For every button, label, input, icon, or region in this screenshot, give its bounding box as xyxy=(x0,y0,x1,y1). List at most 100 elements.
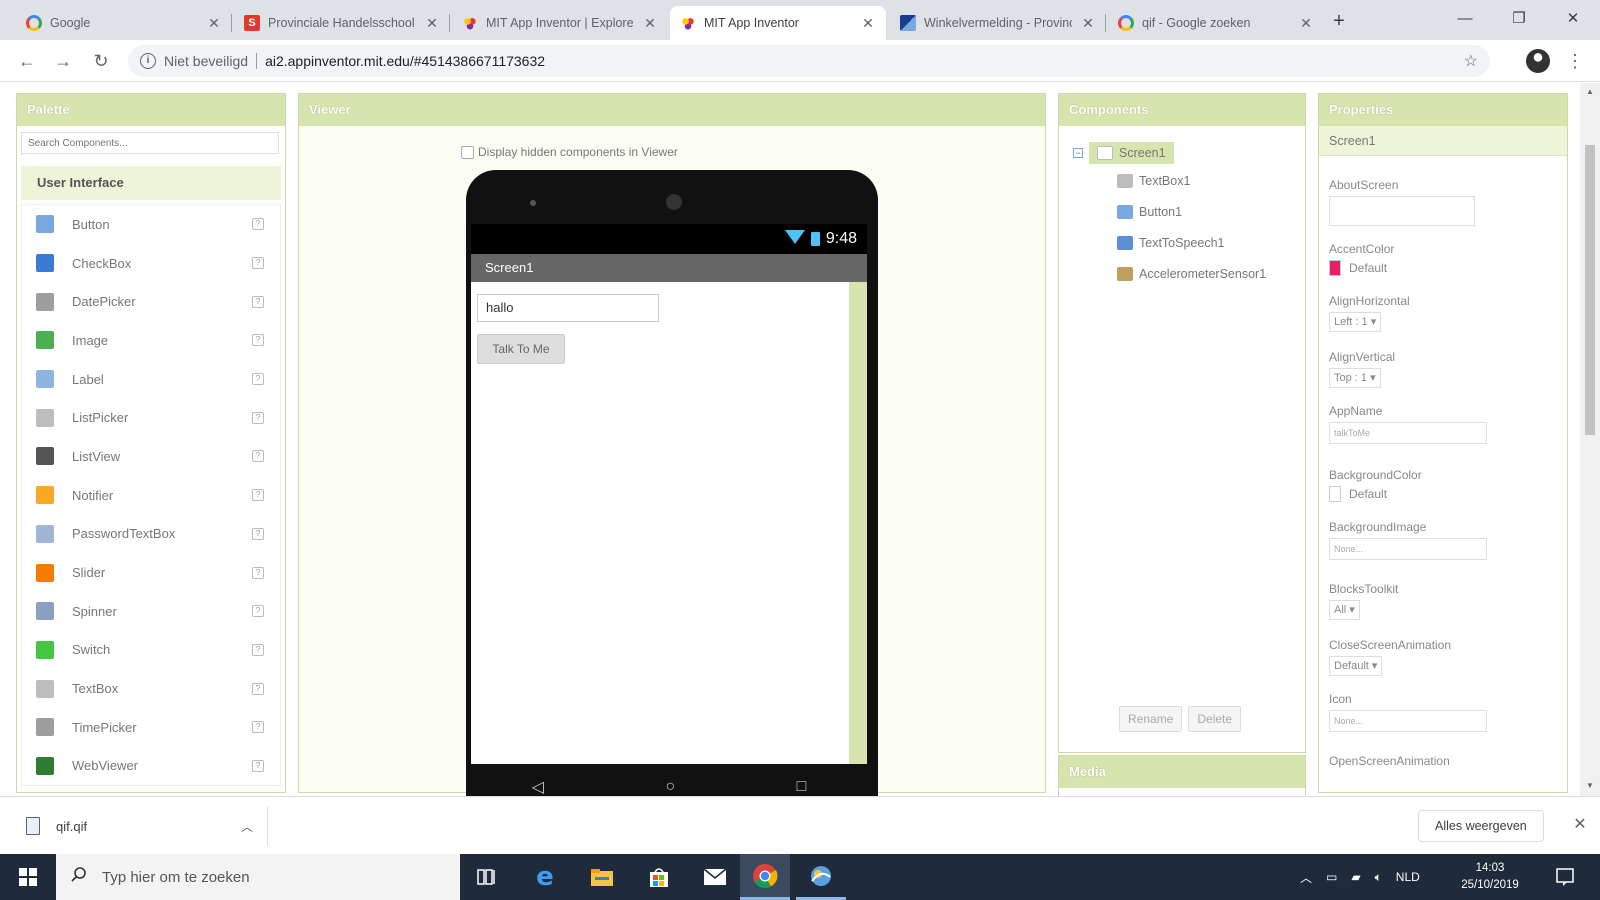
close-icon[interactable]: ✕ xyxy=(424,15,440,32)
palette-item-listview[interactable]: ListView? xyxy=(22,437,280,476)
palette-item-notifier[interactable]: Notifier? xyxy=(22,476,280,515)
close-screen-animation-select[interactable]: Default ▾ xyxy=(1329,656,1383,676)
palette-item-label[interactable]: Label? xyxy=(22,360,280,399)
reload-icon[interactable]: ↻ xyxy=(88,48,114,74)
profile-avatar[interactable] xyxy=(1526,49,1550,73)
align-horizontal-select[interactable]: Left : 1 ▾ xyxy=(1329,312,1382,332)
app-generic-icon[interactable] xyxy=(796,854,846,900)
about-screen-input[interactable] xyxy=(1329,196,1475,226)
start-button[interactable] xyxy=(0,854,56,900)
network-icon[interactable]: ▰ xyxy=(1351,870,1360,884)
help-icon[interactable]: ? xyxy=(252,721,264,734)
url-text[interactable]: ai2.appinventor.mit.edu/#451438667117363… xyxy=(265,53,545,69)
collapse-icon[interactable]: − xyxy=(1073,148,1083,158)
help-icon[interactable]: ? xyxy=(252,682,264,695)
browser-menu-icon[interactable]: ⋮ xyxy=(1566,48,1584,74)
help-icon[interactable]: ? xyxy=(252,759,264,772)
chevron-up-icon[interactable]: ︿ xyxy=(241,818,253,835)
scrollbar-thumb[interactable] xyxy=(1585,145,1595,435)
palette-item-checkbox[interactable]: CheckBox? xyxy=(22,244,280,283)
palette-item-timepicker[interactable]: TimePicker? xyxy=(22,708,280,747)
talk-to-me-button[interactable]: Talk To Me xyxy=(477,334,565,364)
download-item[interactable]: qif.qif ︿ xyxy=(14,807,268,845)
chevron-up-icon[interactable]: ︿ xyxy=(1300,869,1312,886)
background-color-picker[interactable]: Default xyxy=(1329,486,1422,502)
palette-item-slider[interactable]: Slider? xyxy=(22,553,280,592)
display-hidden-checkbox[interactable]: Display hidden components in Viewer xyxy=(461,145,678,159)
align-vertical-select[interactable]: Top : 1 ▾ xyxy=(1329,368,1381,388)
minimize-button[interactable]: — xyxy=(1442,4,1488,34)
file-explorer-icon[interactable] xyxy=(577,854,627,900)
help-icon[interactable]: ? xyxy=(252,450,264,463)
help-icon[interactable]: ? xyxy=(252,643,264,656)
tab-google[interactable]: Google ✕ xyxy=(16,6,232,40)
palette-item-webviewer[interactable]: WebViewer? xyxy=(22,747,280,786)
palette-item-image[interactable]: Image? xyxy=(22,321,280,360)
scroll-up-icon[interactable]: ▲ xyxy=(1580,87,1600,96)
close-icon[interactable]: ✕ xyxy=(206,15,222,32)
page-scrollbar[interactable]: ▲ ▼ xyxy=(1580,83,1600,796)
info-icon[interactable]: i xyxy=(140,53,156,69)
tab-app-inventor[interactable]: MIT App Inventor ✕ xyxy=(670,6,886,40)
delete-button[interactable]: Delete xyxy=(1188,706,1242,732)
close-icon[interactable]: ✕ xyxy=(860,15,876,32)
taskbar-clock[interactable]: 14:03 25/10/2019 xyxy=(1460,860,1520,894)
palette-item-switch[interactable]: Switch? xyxy=(22,631,280,670)
palette-item-textbox[interactable]: TextBox? xyxy=(22,669,280,708)
background-image-input[interactable]: None... xyxy=(1329,538,1487,560)
palette-item-spinner[interactable]: Spinner? xyxy=(22,592,280,631)
new-tab-button[interactable]: + xyxy=(1326,9,1352,35)
palette-search-input[interactable] xyxy=(21,132,279,154)
phone-screen[interactable]: hallo Talk To Me xyxy=(471,282,867,764)
mail-icon[interactable] xyxy=(690,854,740,900)
close-download-bar-icon[interactable]: ✕ xyxy=(1568,813,1592,837)
bookmark-star-icon[interactable]: ☆ xyxy=(1464,51,1478,71)
store-icon[interactable] xyxy=(634,854,684,900)
close-icon[interactable]: ✕ xyxy=(1298,15,1314,32)
palette-category-user-interface[interactable]: User Interface xyxy=(21,166,281,200)
rename-button[interactable]: Rename xyxy=(1119,706,1183,732)
tab-winkelvermelding[interactable]: Winkelvermelding - Provincie ✕ xyxy=(890,6,1106,40)
phone-textbox[interactable]: hallo xyxy=(477,294,659,322)
component-texttospeech1[interactable]: TextToSpeech1 xyxy=(1117,236,1224,250)
back-icon[interactable]: ← xyxy=(14,48,40,74)
notification-center-icon[interactable] xyxy=(1540,854,1590,900)
help-icon[interactable]: ? xyxy=(252,489,264,502)
scroll-down-icon[interactable]: ▼ xyxy=(1580,781,1600,790)
palette-item-listpicker[interactable]: ListPicker? xyxy=(22,398,280,437)
task-view-icon[interactable] xyxy=(462,854,512,900)
help-icon[interactable]: ? xyxy=(252,566,264,579)
help-icon[interactable]: ? xyxy=(252,295,264,308)
component-textbox1[interactable]: TextBox1 xyxy=(1117,174,1190,188)
tab-google-search[interactable]: qif - Google zoeken ✕ xyxy=(1108,6,1324,40)
show-all-downloads-button[interactable]: Alles weergeven xyxy=(1418,810,1544,842)
forward-icon[interactable]: → xyxy=(50,48,76,74)
help-icon[interactable]: ? xyxy=(252,373,264,386)
tab-provinciale-handelsschool[interactable]: S Provinciale Handelsschool ✕ xyxy=(234,6,450,40)
blocks-toolkit-select[interactable]: All ▾ xyxy=(1329,600,1360,620)
help-icon[interactable]: ? xyxy=(252,334,264,347)
accent-color-picker[interactable]: Default xyxy=(1329,260,1394,276)
checkbox[interactable] xyxy=(461,145,474,159)
tab-app-inventor-explore[interactable]: MIT App Inventor | Explore ✕ xyxy=(452,6,668,40)
icon-input[interactable]: None... xyxy=(1329,710,1487,732)
edge-icon[interactable]: e xyxy=(520,854,570,900)
help-icon[interactable]: ? xyxy=(252,527,264,540)
volume-icon[interactable]: 🔈︎ xyxy=(1375,870,1382,885)
address-bar[interactable]: i Niet beveiligd ai2.appinventor.mit.edu… xyxy=(128,45,1490,77)
close-icon[interactable]: ✕ xyxy=(642,15,658,32)
window-close-button[interactable]: ✕ xyxy=(1550,4,1596,34)
palette-item-button[interactable]: Button? xyxy=(22,205,280,244)
component-screen1[interactable]: Screen1 xyxy=(1089,142,1174,164)
help-icon[interactable]: ? xyxy=(252,605,264,618)
battery-icon[interactable]: ▭ xyxy=(1326,870,1337,884)
close-icon[interactable]: ✕ xyxy=(1080,15,1096,32)
app-name-input[interactable]: talkToMe xyxy=(1329,422,1487,444)
palette-item-passwordtextbox[interactable]: PasswordTextBox? xyxy=(22,515,280,554)
help-icon[interactable]: ? xyxy=(252,218,264,231)
chrome-icon[interactable] xyxy=(740,854,790,900)
component-accelerometersensor1[interactable]: AccelerometerSensor1 xyxy=(1117,267,1266,281)
palette-item-datepicker[interactable]: DatePicker? xyxy=(22,282,280,321)
phone-screen-title[interactable]: Screen1 xyxy=(471,254,867,282)
restore-button[interactable]: ❐ xyxy=(1496,4,1542,34)
